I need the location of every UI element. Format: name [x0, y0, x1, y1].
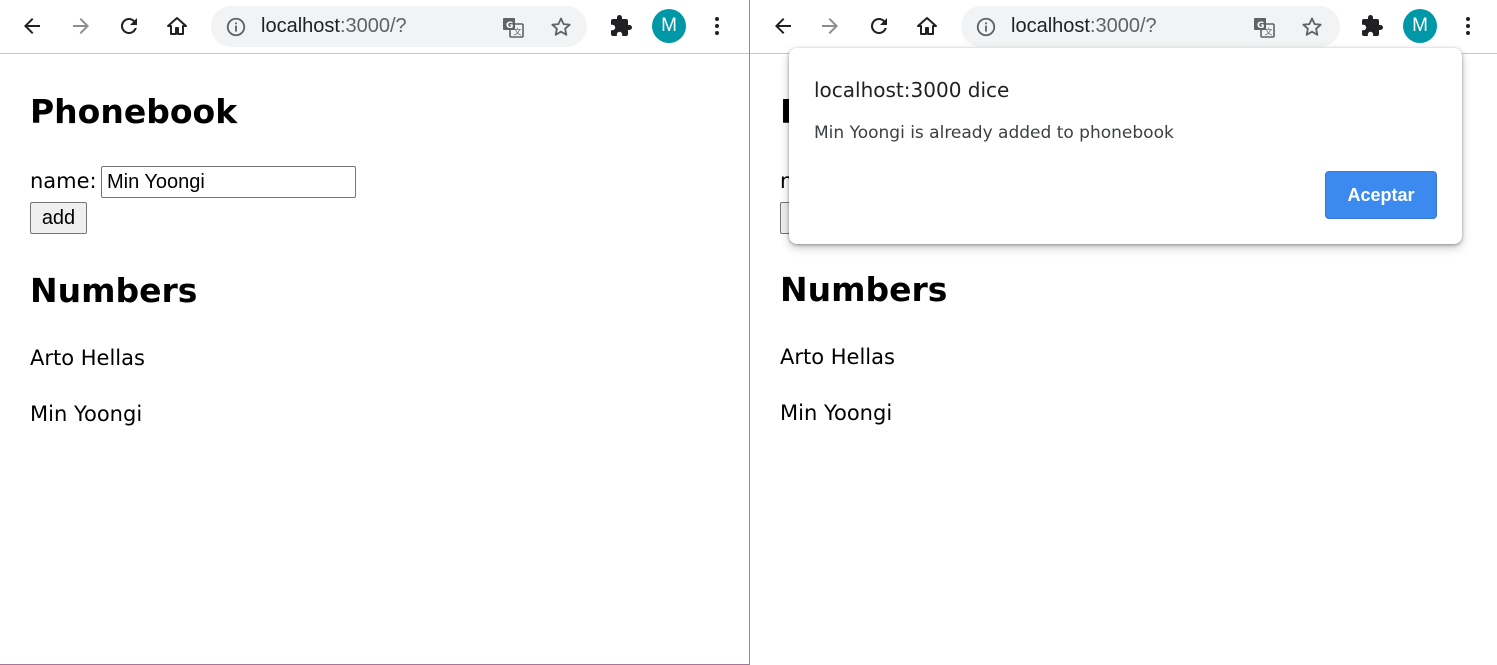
profile-avatar[interactable]: M [652, 9, 686, 43]
reload-icon [120, 17, 137, 34]
browser-toolbar: localhost:3000/? G文 M [750, 0, 1497, 54]
home-button[interactable] [159, 8, 195, 44]
add-button[interactable]: add [30, 202, 87, 234]
url-text[interactable]: localhost:3000/? [1011, 15, 1157, 38]
list-item: Min Yoongi [30, 402, 143, 426]
list-item: Arto Hellas [30, 346, 145, 370]
screen: localhost:3000/? G文 M Phonebook name: ad… [0, 0, 1497, 665]
more-icon [1466, 17, 1470, 35]
reload-icon [870, 17, 887, 34]
back-button[interactable] [14, 8, 50, 44]
svg-text:G: G [506, 21, 513, 31]
extensions-button[interactable] [603, 8, 639, 44]
back-icon [24, 18, 40, 34]
menu-button[interactable] [699, 8, 735, 44]
star-icon[interactable] [1300, 15, 1324, 39]
numbers-heading: Numbers [30, 271, 198, 310]
address-bar[interactable]: localhost:3000/? G文 [961, 6, 1340, 47]
alert-dialog: localhost:3000 dice Min Yoongi is alread… [789, 48, 1462, 244]
svg-text:文: 文 [1265, 27, 1273, 37]
forward-icon [822, 18, 838, 34]
back-icon [775, 18, 791, 34]
back-button[interactable] [765, 8, 801, 44]
home-button[interactable] [909, 8, 945, 44]
translate-icon[interactable]: G文 [1252, 15, 1276, 39]
url-path: :3000/? [339, 15, 407, 37]
star-icon[interactable] [549, 15, 573, 39]
info-icon[interactable] [975, 16, 997, 38]
reload-button[interactable] [861, 8, 897, 44]
svg-text:文: 文 [514, 27, 522, 37]
name-input[interactable] [101, 166, 356, 198]
dialog-message: Min Yoongi is already added to phonebook [814, 123, 1174, 143]
more-icon [715, 17, 719, 35]
info-icon[interactable] [225, 16, 247, 38]
numbers-heading: Numbers [780, 270, 948, 309]
forward-icon [73, 18, 89, 34]
extensions-button[interactable] [1354, 8, 1390, 44]
left-browser-window: localhost:3000/? G文 M Phonebook name: ad… [0, 0, 749, 665]
name-label: name: [30, 169, 97, 193]
home-icon [167, 17, 187, 35]
translate-icon[interactable]: G文 [501, 15, 525, 39]
accept-button[interactable]: Aceptar [1325, 171, 1437, 219]
address-bar[interactable]: localhost:3000/? G文 [211, 6, 587, 47]
dialog-title: localhost:3000 dice [814, 78, 1010, 102]
menu-button[interactable] [1450, 8, 1486, 44]
forward-button[interactable] [812, 8, 848, 44]
profile-avatar[interactable]: M [1403, 9, 1437, 43]
extensions-icon [611, 15, 632, 36]
url-path: :3000/? [1089, 15, 1157, 37]
url-text[interactable]: localhost:3000/? [261, 15, 407, 38]
svg-text:G: G [1257, 21, 1264, 31]
list-item: Arto Hellas [780, 345, 895, 369]
reload-button[interactable] [111, 8, 147, 44]
url-host: localhost [261, 15, 340, 37]
list-item: Min Yoongi [780, 401, 893, 425]
home-icon [917, 17, 937, 35]
browser-toolbar: localhost:3000/? G文 M [0, 0, 749, 54]
phonebook-heading: Phonebook [30, 92, 238, 131]
extensions-icon [1362, 15, 1383, 36]
forward-button[interactable] [63, 8, 99, 44]
url-host: localhost [1011, 15, 1090, 37]
